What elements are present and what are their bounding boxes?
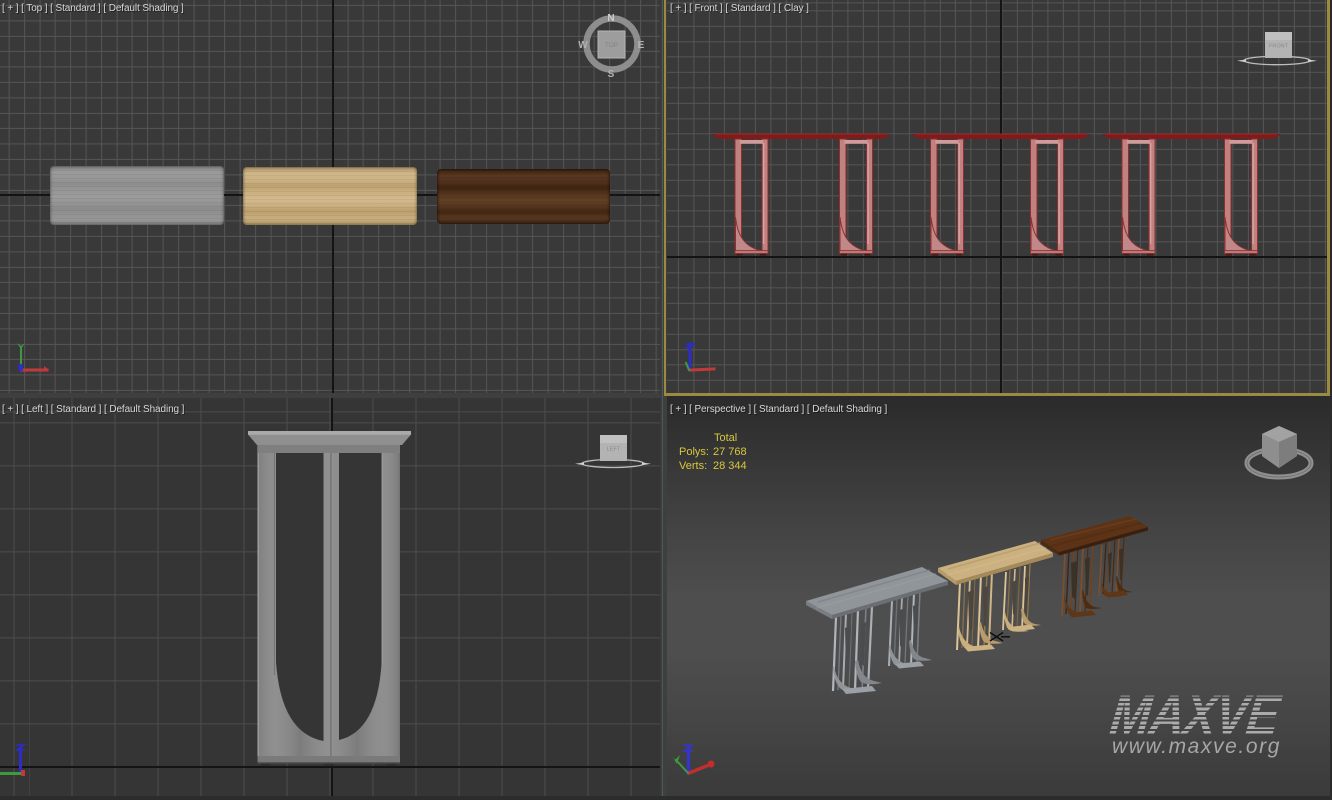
svg-text:TOP: TOP (605, 42, 618, 49)
svg-text:W: W (578, 40, 588, 51)
svg-text:LEFT: LEFT (607, 447, 621, 453)
svg-text:N: N (607, 13, 614, 24)
svg-text:E: E (638, 40, 645, 51)
svg-text:S: S (608, 69, 615, 80)
svg-text:FRONT: FRONT (1269, 44, 1289, 50)
